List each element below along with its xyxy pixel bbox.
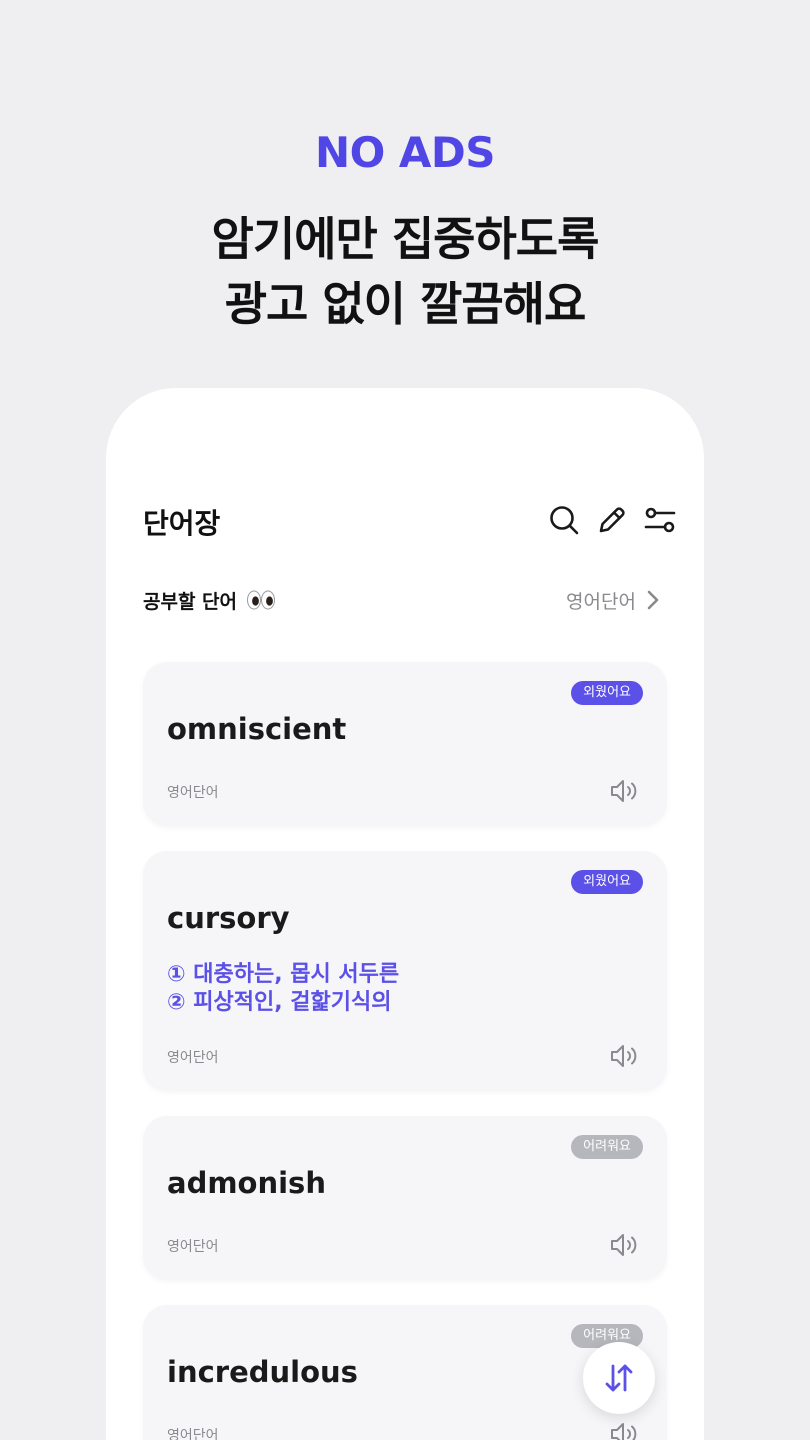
word-card[interactable]: 외웠어요 omniscient 영어단어 [143,662,667,826]
search-button[interactable] [547,503,581,537]
speaker-icon[interactable] [609,1043,641,1069]
word-meaning: ② 피상적인, 겉핥기식의 [167,990,392,1015]
promo-badge: NO ADS [314,128,496,177]
status-badge[interactable]: 외웠어요 [571,870,643,894]
category-label: 영어단어 [566,590,636,613]
speaker-icon[interactable] [609,1232,641,1258]
promo-headline-line1: 암기에만 집중하도록 [211,212,600,266]
eyes-icon [246,588,276,612]
page-title: 단어장 [143,507,221,540]
speaker-icon[interactable] [609,1421,641,1440]
word-text: omniscient [167,712,347,746]
edit-icon [599,507,625,533]
edit-button[interactable] [595,503,629,537]
word-text: incredulous [167,1355,358,1389]
promo-headline-line2: 광고 없이 깔끔해요 [224,277,587,331]
filter-icon [644,507,676,533]
search-icon [550,506,579,535]
card-category: 영어단어 [167,785,219,801]
card-category: 영어단어 [167,1428,219,1440]
category-selector[interactable]: 영어단어 [566,585,664,615]
word-text: admonish [167,1166,326,1200]
sort-arrows-icon [605,1364,633,1392]
speaker-icon[interactable] [609,778,641,804]
sort-fab[interactable] [583,1342,655,1414]
status-badge[interactable]: 외웠어요 [571,681,643,705]
section-label: 공부할 단어 [143,591,238,613]
card-category: 영어단어 [167,1050,219,1066]
word-card[interactable]: 어려워요 admonish 영어단어 [143,1116,667,1280]
status-badge[interactable]: 어려워요 [571,1135,643,1159]
filter-button[interactable] [643,503,677,537]
chevron-right-icon [647,590,659,610]
word-text: cursory [167,901,290,935]
card-category: 영어단어 [167,1239,219,1255]
word-card[interactable]: 외웠어요 cursory ① 대충하는, 몹시 서두른 ② 피상적인, 겉핥기식… [143,851,667,1091]
